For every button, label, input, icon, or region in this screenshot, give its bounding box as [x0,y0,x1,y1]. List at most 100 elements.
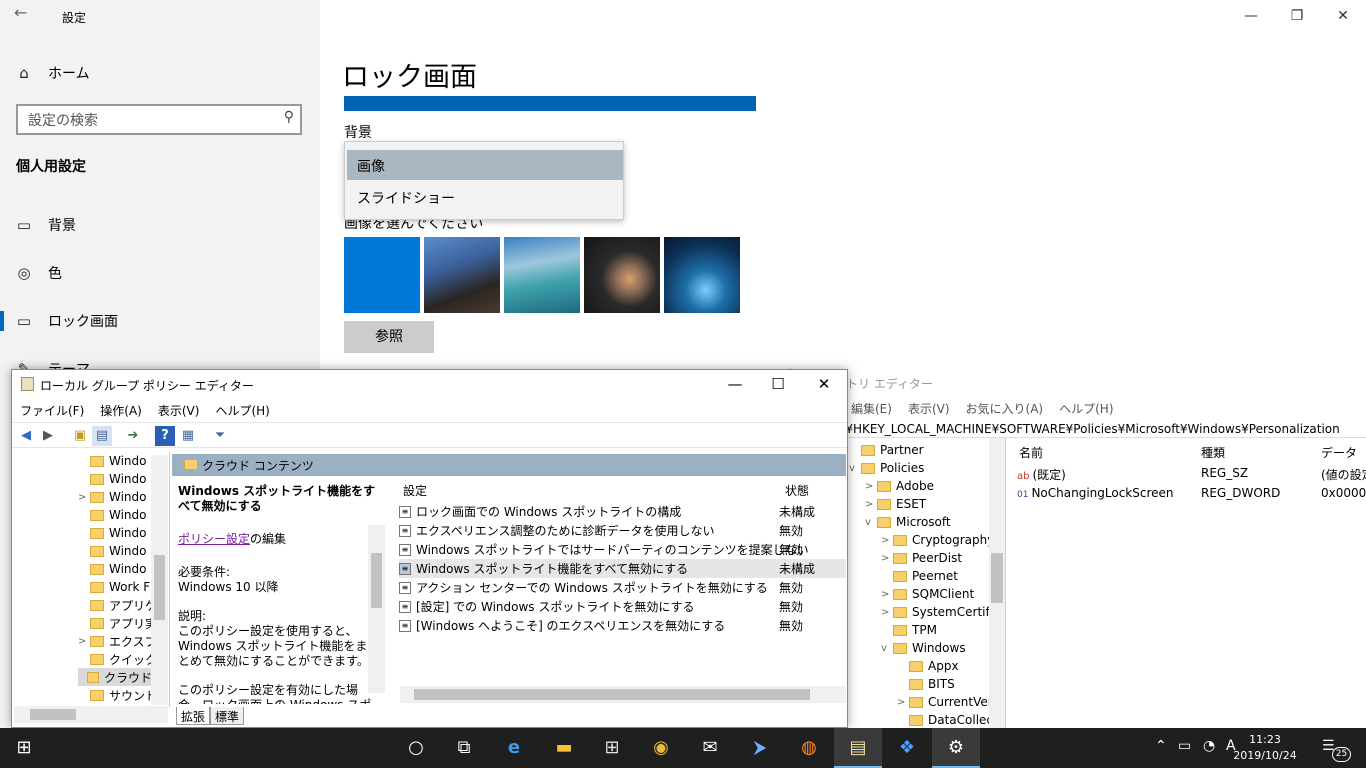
cortana-icon[interactable]: ○ [392,728,440,768]
firefox-icon[interactable]: ◍ [785,728,833,768]
tree-node[interactable]: アプリ実 [78,614,157,632]
tree-node-selected[interactable]: クラウド [78,668,152,686]
tree-node[interactable]: > CurrentVers [897,693,999,711]
tree-node[interactable]: BITS [897,675,955,693]
registry-menu-item[interactable]: ヘルプ(H) [1059,400,1113,417]
registry-menu-item[interactable]: お気に入り(A) [966,400,1044,417]
scrollbar-thumb[interactable] [154,555,165,620]
image-thumbnail[interactable] [504,237,580,313]
tab-standard[interactable]: 標準 [210,707,245,725]
battery-icon[interactable]: ▭ [1178,738,1191,754]
menu-file[interactable]: ファイル(F) [12,400,92,420]
chrome-icon[interactable]: ◉ [637,728,685,768]
chevron-right-icon[interactable]: > [881,589,893,600]
search-icon[interactable]: ⚲ [284,109,294,125]
tree-vertical-scrollbar[interactable] [151,455,168,705]
tree-node[interactable]: サウンド [78,686,157,704]
tree-node[interactable]: Windo [78,524,147,542]
image-thumbnail[interactable] [584,237,660,313]
network-icon[interactable]: ◔ [1203,738,1215,754]
close-icon[interactable]: ✕ [1320,0,1366,32]
edit-policy-link[interactable]: ポリシー設定 [178,532,250,546]
table-row[interactable]: ≡ エクスペリエンス調整のために診断データを使用しない 無効 [399,521,846,540]
image-thumbnail[interactable] [664,237,740,313]
chevron-right-icon[interactable]: > [881,607,893,618]
tree-node[interactable]: Peernet [881,567,958,585]
column-header-data[interactable]: データ [1321,444,1357,461]
tree-node[interactable]: > SQMClient [881,585,974,603]
chevron-right-icon[interactable]: > [881,553,893,564]
tree-node[interactable]: > ESET [865,495,926,513]
chevron-down-icon[interactable]: v [881,643,893,654]
file-explorer-icon[interactable]: ▬ [540,728,588,768]
tab-extended[interactable]: 拡張 [176,707,211,725]
restore-icon[interactable]: ❐ [1274,0,1320,32]
tree-node[interactable]: Windo [78,542,147,560]
group-policy-taskbar-icon[interactable]: ▤ [834,728,882,768]
registry-tree-scrollbar[interactable] [989,438,1005,728]
column-header-state[interactable]: 状態 [785,482,809,499]
table-row[interactable]: ab (既定) [1017,466,1066,483]
menu-view[interactable]: 表示(V) [150,400,208,420]
table-row[interactable]: ≡ [設定] での Windows スポットライトを無効にする 無効 [399,597,846,616]
chevron-right-icon[interactable]: > [865,481,877,492]
tree-node[interactable]: Work F [78,578,150,596]
column-header-type[interactable]: 種類 [1201,444,1225,461]
scrollbar-thumb[interactable] [991,553,1003,603]
export-list-icon[interactable]: ➔ [123,426,143,446]
tree-node[interactable]: Windo [78,452,147,470]
task-view-icon[interactable]: ⧉ [440,728,488,768]
up-folder-icon[interactable]: ▣ [70,426,90,446]
show-hide-tree-icon[interactable]: ▤ [92,426,112,446]
table-row[interactable]: ≡ ロック画面での Windows スポットライトの構成 未構成 [399,502,846,521]
tree-node[interactable]: DataCollect [897,711,998,728]
mail-icon[interactable]: ✉ [686,728,734,768]
registry-address-bar[interactable]: -¥HKEY_LOCAL_MACHINE¥SOFTWARE¥Policies¥M… [841,420,1366,438]
tree-node[interactable]: アプリケ [78,596,157,614]
description-scrollbar[interactable] [368,525,385,693]
minimize-icon[interactable]: — [1228,0,1274,32]
powershell-icon[interactable]: ⮞ [736,728,784,768]
image-thumbnail[interactable] [424,237,500,313]
settings-search-input[interactable]: 設定の検索 ⚲ [16,104,302,135]
help-icon[interactable]: ? [155,426,175,446]
table-row[interactable]: ≡ Windows スポットライトではサードパーティのコンテンツを提案しない 無効 [399,540,846,559]
table-row-selected[interactable]: ≡ Windows スポットライト機能をすべて無効にする 未構成 [399,559,846,578]
edge-icon[interactable]: e [490,728,538,768]
browse-button[interactable]: 参照 [344,321,434,353]
forward-arrow-icon[interactable]: ▶ [38,426,58,446]
tree-node[interactable]: > Adobe [865,477,934,495]
store-icon[interactable]: ⊞ [588,728,636,768]
image-thumbnail[interactable] [344,237,420,313]
tree-node[interactable]: v Microsoft [865,513,951,531]
tree-node[interactable]: クイック [78,650,157,668]
chevron-right-icon[interactable]: > [78,492,90,503]
system-clock[interactable]: 11:23 2019/10/24 [1228,732,1302,764]
chevron-right-icon[interactable]: > [78,636,90,647]
scrollbar-thumb[interactable] [414,689,810,700]
back-arrow-icon[interactable]: ◀ [16,426,36,446]
table-row[interactable]: ≡ アクション センターでの Windows スポットライトを無効にする 無効 [399,578,846,597]
properties-icon[interactable]: ▦ [178,426,198,446]
tree-node[interactable]: Windo [78,560,147,578]
filter-icon[interactable]: ⏷ [210,426,230,446]
list-horizontal-scrollbar[interactable] [400,686,846,703]
tree-node[interactable]: TPM [881,621,937,639]
tree-node[interactable]: > PeerDist [881,549,962,567]
settings-gear-icon[interactable]: ⚙ [932,728,980,768]
chevron-right-icon[interactable]: > [897,697,909,708]
tree-node[interactable]: Windo [78,470,147,488]
tree-node[interactable]: Appx [897,657,959,675]
sidebar-item-background[interactable]: ▭ 背景 [0,205,320,245]
chevron-down-icon[interactable]: v [849,463,861,474]
sidebar-item-lock-screen[interactable]: ▭ ロック画面 [0,301,320,341]
chevron-right-icon[interactable]: > [865,499,877,510]
tree-node[interactable]: Partner [849,441,924,459]
table-row[interactable]: ≡ [Windows へようこそ] のエクスペリエンスを無効にする 無効 [399,616,846,635]
tree-node[interactable]: > エクスプ [78,632,157,650]
registry-menu-item[interactable]: 編集(E) [851,400,892,417]
chevron-down-icon[interactable]: v [865,517,877,528]
dropdown-option-slideshow[interactable]: スライドショー [347,182,623,212]
sidebar-item-color[interactable]: ◎ 色 [0,253,320,293]
menu-action[interactable]: 操作(A) [92,400,150,420]
